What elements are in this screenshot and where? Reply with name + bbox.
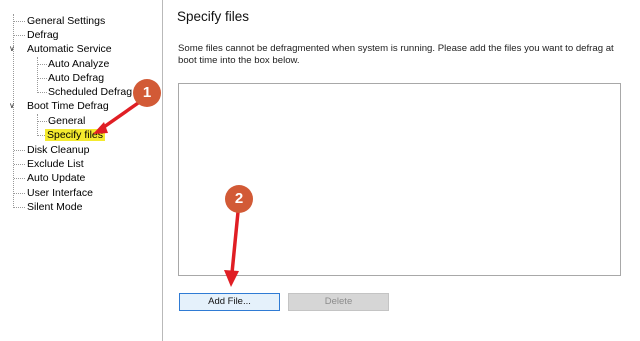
arrow-1: [99, 99, 143, 131]
arrow-2: [230, 210, 240, 275]
step-badge-2: 2: [225, 185, 253, 213]
step-badge-1: 1: [133, 79, 161, 107]
arrow-2-head: [224, 270, 239, 287]
annotation-arrows: [93, 99, 240, 287]
